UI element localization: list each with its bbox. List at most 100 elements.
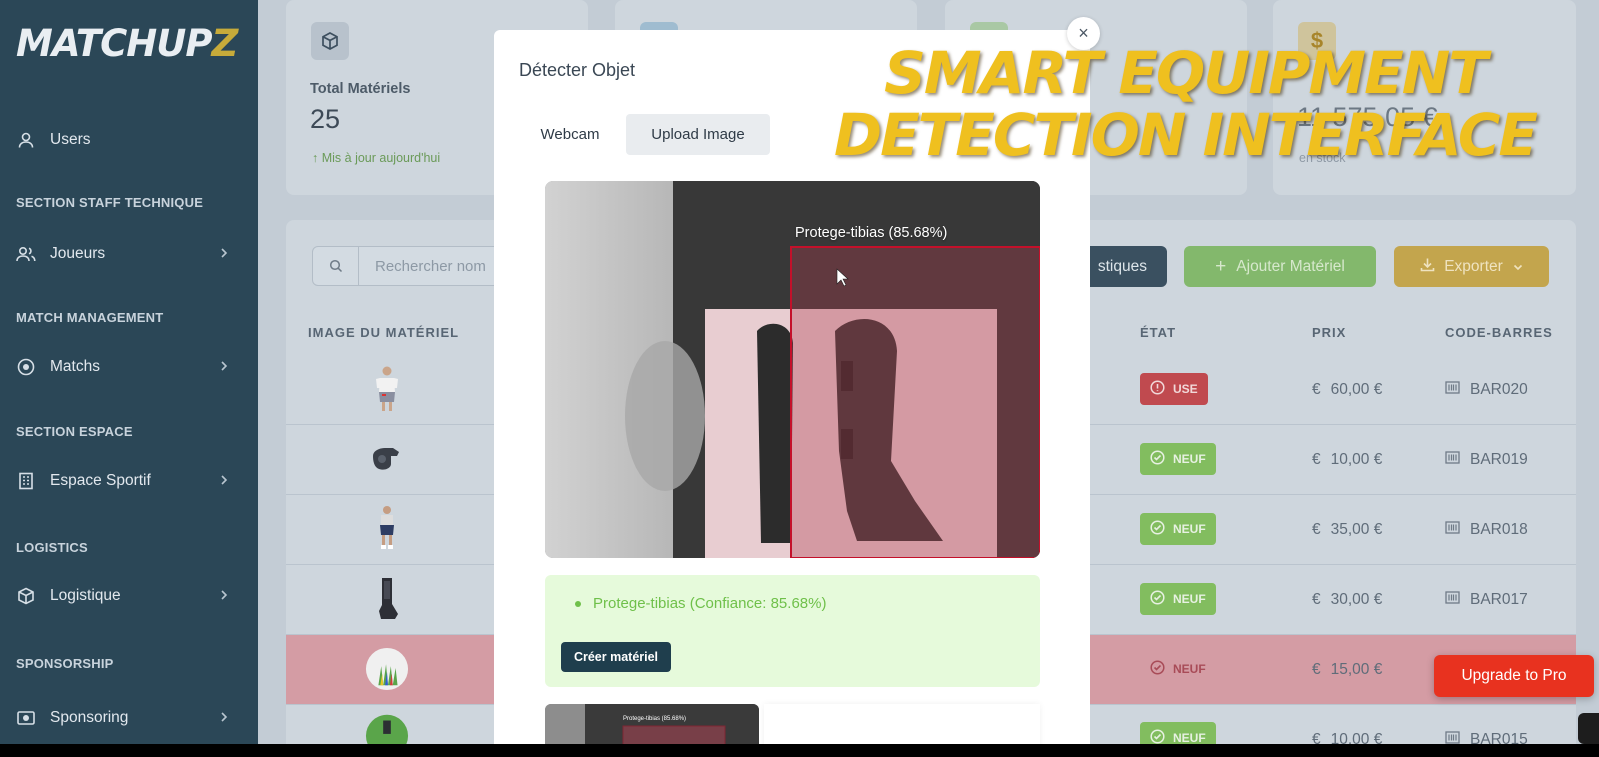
- sidebar-item-label: Logistique: [50, 587, 121, 604]
- sidebar-item-label: Users: [50, 131, 91, 148]
- detection-preview: Protege-tibias (85.68%): [545, 181, 1040, 558]
- material-image: [365, 435, 409, 483]
- arrow-up-icon: ↑: [312, 151, 322, 165]
- barcode-value: BAR017: [1470, 591, 1528, 608]
- camera-frame-image: [545, 181, 1040, 558]
- status-badge: NEUF: [1140, 653, 1216, 685]
- euro-icon: €: [1312, 381, 1321, 398]
- search-placeholder: Rechercher nom: [375, 258, 486, 275]
- headline-line-1: SMART EQUIPMENT: [884, 39, 1488, 107]
- barcode-value: BAR019: [1470, 451, 1528, 468]
- sidebar-item-label: Sponsoring: [50, 709, 129, 726]
- user-icon: [16, 130, 36, 150]
- bottom-bar: [0, 744, 1599, 757]
- barcode-icon: [1445, 591, 1460, 609]
- tab-webcam[interactable]: Webcam: [520, 114, 620, 155]
- status-text: NEUF: [1173, 731, 1206, 744]
- export-button[interactable]: Exporter: [1394, 246, 1549, 287]
- material-image: [365, 365, 409, 413]
- upgrade-button[interactable]: Upgrade to Pro: [1434, 655, 1594, 697]
- logo-accent: Z: [211, 22, 238, 65]
- target-icon: [16, 357, 36, 377]
- add-material-label: Ajouter Matériel: [1236, 257, 1345, 275]
- tab-upload-image[interactable]: Upload Image: [626, 114, 770, 155]
- sidebar-item-logistique[interactable]: Logistique: [0, 576, 258, 616]
- sidebar-item-users[interactable]: Users: [0, 120, 258, 160]
- sidebar-item-joueurs[interactable]: Joueurs: [0, 234, 258, 274]
- check-circle-icon: [1150, 450, 1165, 468]
- camera-icon: [16, 708, 36, 728]
- building-icon: [16, 471, 36, 491]
- result-item: Protege-tibias (Confiance: 85.68%): [575, 595, 826, 612]
- sidebar-item-label: Espace Sportif: [50, 472, 151, 489]
- history-card: [764, 704, 1040, 744]
- sidebar-item-sponsoring[interactable]: Sponsoring: [0, 698, 258, 738]
- stat-update-note: ↑ Mis à jour aujourd'hui: [312, 151, 440, 165]
- column-header-etat: ÉTAT: [1140, 325, 1177, 340]
- status-badge: NEUF: [1140, 583, 1216, 615]
- barcode-value: BAR018: [1470, 521, 1528, 538]
- headline-line-2: DETECTION INTERFACE: [833, 101, 1538, 169]
- price-value: 60,00 €: [1330, 381, 1383, 398]
- section-heading-match: MATCH MANAGEMENT: [16, 310, 164, 325]
- column-header-image: IMAGE DU MATÉRIEL: [308, 325, 460, 340]
- logo-text: MATCHUP: [16, 22, 212, 65]
- app-root: MATCHUPZ Users SECTION STAFF TECHNIQUE J…: [0, 0, 1599, 744]
- barcode-cell: BAR018: [1445, 521, 1528, 539]
- sidebar-item-label: Matchs: [50, 358, 100, 375]
- headline-overlay: SMART EQUIPMENT DETECTION INTERFACE: [790, 42, 1580, 166]
- sidebar: MATCHUPZ Users SECTION STAFF TECHNIQUE J…: [0, 0, 258, 744]
- euro-icon: €: [1312, 591, 1321, 608]
- euro-icon: €: [1312, 451, 1321, 468]
- section-heading-staff: SECTION STAFF TECHNIQUE: [16, 195, 204, 210]
- export-label: Exporter: [1444, 257, 1503, 275]
- barcode-cell: BAR015: [1445, 731, 1528, 744]
- create-material-button[interactable]: Créer matériel: [561, 642, 671, 672]
- search-input[interactable]: Rechercher nom: [312, 246, 512, 286]
- barcode-icon: [1445, 451, 1460, 469]
- add-material-button[interactable]: + Ajouter Matériel: [1184, 246, 1376, 287]
- sidebar-item-espace-sportif[interactable]: Espace Sportif: [0, 461, 258, 501]
- material-image: [365, 505, 409, 553]
- stat-update-text: Mis à jour aujourd'hui: [321, 151, 441, 165]
- result-text: Protege-tibias (Confiance: 85.68%): [593, 595, 827, 612]
- sidebar-item-matchs[interactable]: Matchs: [0, 347, 258, 387]
- status-text: NEUF: [1173, 452, 1206, 466]
- price-value: 10,00 €: [1330, 451, 1383, 468]
- check-circle-icon: [1150, 729, 1165, 744]
- barcode-icon: [1445, 521, 1460, 539]
- status-text: NEUF: [1173, 662, 1206, 676]
- stat-label: Total Matériels: [310, 81, 411, 97]
- statistics-button-label: stiques: [1097, 257, 1147, 275]
- price-cell: €10,00 €: [1312, 731, 1382, 744]
- detection-label: Protege-tibias (85.68%): [795, 225, 948, 241]
- barcode-cell: BAR019: [1445, 451, 1528, 469]
- chevron-right-icon: [220, 359, 228, 377]
- chevron-right-icon: [220, 588, 228, 606]
- price-cell: €60,00 €: [1312, 381, 1382, 399]
- stat-value: 25: [310, 104, 341, 134]
- box-icon: [16, 586, 36, 606]
- status-text: NEUF: [1173, 592, 1206, 606]
- status-text: USE: [1173, 382, 1198, 396]
- price-cell: €15,00 €: [1312, 661, 1382, 679]
- section-heading-espace: SECTION ESPACE: [16, 424, 133, 439]
- chevron-down-icon: [1513, 258, 1523, 276]
- barcode-cell: BAR020: [1445, 381, 1528, 399]
- status-badge: USE: [1140, 373, 1208, 405]
- price-value: 15,00 €: [1330, 661, 1383, 678]
- chevron-right-icon: [220, 246, 228, 264]
- price-cell: €30,00 €: [1312, 591, 1382, 609]
- history-thumbnail[interactable]: Protege-tibias (85.68%): [545, 704, 759, 744]
- euro-icon: €: [1312, 731, 1321, 744]
- euro-icon: €: [1312, 661, 1321, 678]
- chevron-right-icon: [220, 473, 228, 491]
- logo[interactable]: MATCHUPZ: [16, 22, 238, 65]
- download-icon: [1420, 257, 1435, 277]
- floating-widget-button[interactable]: [1578, 713, 1599, 744]
- column-header-code: CODE-BARRES: [1445, 325, 1553, 340]
- price-value: 10,00 €: [1330, 731, 1383, 744]
- thumbnail-label: Protege-tibias (85.68%): [623, 716, 687, 722]
- barcode-value: BAR020: [1470, 381, 1528, 398]
- check-circle-icon: [1150, 660, 1165, 678]
